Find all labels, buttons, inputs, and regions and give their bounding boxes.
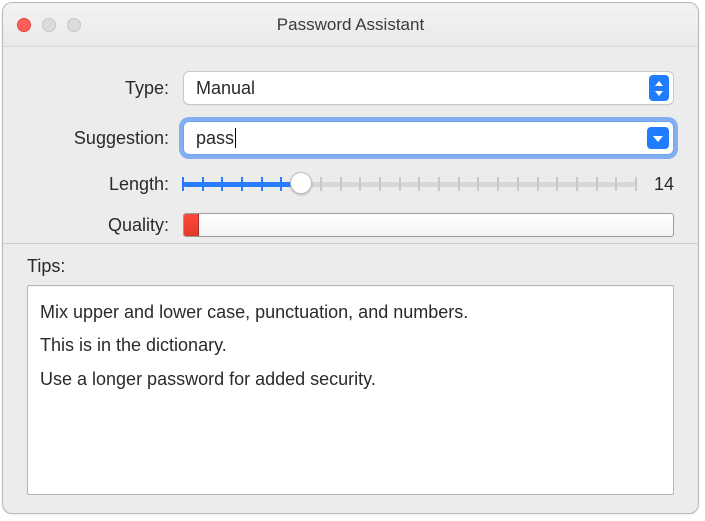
slider-tick — [280, 177, 282, 191]
slider-tick — [261, 177, 263, 191]
text-caret — [235, 128, 236, 148]
window-title: Password Assistant — [3, 15, 698, 35]
updown-icon — [649, 75, 669, 101]
tip-line: This is in the dictionary. — [40, 329, 661, 362]
type-popup-button[interactable]: Manual — [183, 71, 674, 105]
tips-section: Tips: Mix upper and lower case, punctuat… — [3, 244, 698, 513]
slider-tick — [596, 177, 598, 191]
quality-meter — [183, 213, 674, 237]
type-value: Manual — [196, 78, 649, 99]
slider-tick — [576, 177, 578, 191]
minimize-button[interactable] — [42, 18, 56, 32]
type-label: Type: — [27, 78, 169, 99]
quality-row: Quality: — [27, 213, 674, 237]
slider-tick — [438, 177, 440, 191]
slider-tick — [458, 177, 460, 191]
suggestion-combobox[interactable]: pass — [183, 121, 674, 155]
content-area: Type: Manual Suggestion: pass Length: — [3, 47, 698, 237]
length-value: 14 — [650, 174, 674, 195]
slider-tick — [379, 177, 381, 191]
suggestion-row: Suggestion: pass — [27, 121, 674, 155]
zoom-button[interactable] — [67, 18, 81, 32]
type-row: Type: Manual — [27, 71, 674, 105]
slider-tick — [497, 177, 499, 191]
quality-label: Quality: — [27, 215, 169, 236]
slider-tick — [635, 177, 637, 191]
slider-tick — [537, 177, 539, 191]
slider-tick — [320, 177, 322, 191]
dropdown-icon[interactable] — [647, 127, 669, 149]
slider-tick — [202, 177, 204, 191]
slider-tick — [556, 177, 558, 191]
slider-tick — [418, 177, 420, 191]
traffic-lights — [3, 18, 81, 32]
slider-knob[interactable] — [290, 172, 312, 194]
password-assistant-window: Password Assistant Type: Manual Suggesti… — [2, 2, 699, 514]
quality-fill — [184, 214, 199, 236]
suggestion-label: Suggestion: — [27, 128, 169, 149]
close-button[interactable] — [17, 18, 31, 32]
slider-tick — [517, 177, 519, 191]
length-label: Length: — [27, 174, 169, 195]
tips-textbox: Mix upper and lower case, punctuation, a… — [27, 285, 674, 495]
slider-tick — [615, 177, 617, 191]
slider-tick — [241, 177, 243, 191]
slider-tick — [359, 177, 361, 191]
suggestion-value: pass — [196, 128, 234, 149]
slider-tick — [182, 177, 184, 191]
titlebar: Password Assistant — [3, 3, 698, 47]
tip-line: Mix upper and lower case, punctuation, a… — [40, 296, 661, 329]
tip-line: Use a longer password for added security… — [40, 363, 661, 396]
slider-tick — [399, 177, 401, 191]
slider-tick — [340, 177, 342, 191]
length-row: Length: 14 — [27, 171, 674, 197]
length-slider[interactable] — [183, 171, 636, 197]
tips-label: Tips: — [27, 256, 674, 277]
slider-tick — [221, 177, 223, 191]
slider-tick — [477, 177, 479, 191]
